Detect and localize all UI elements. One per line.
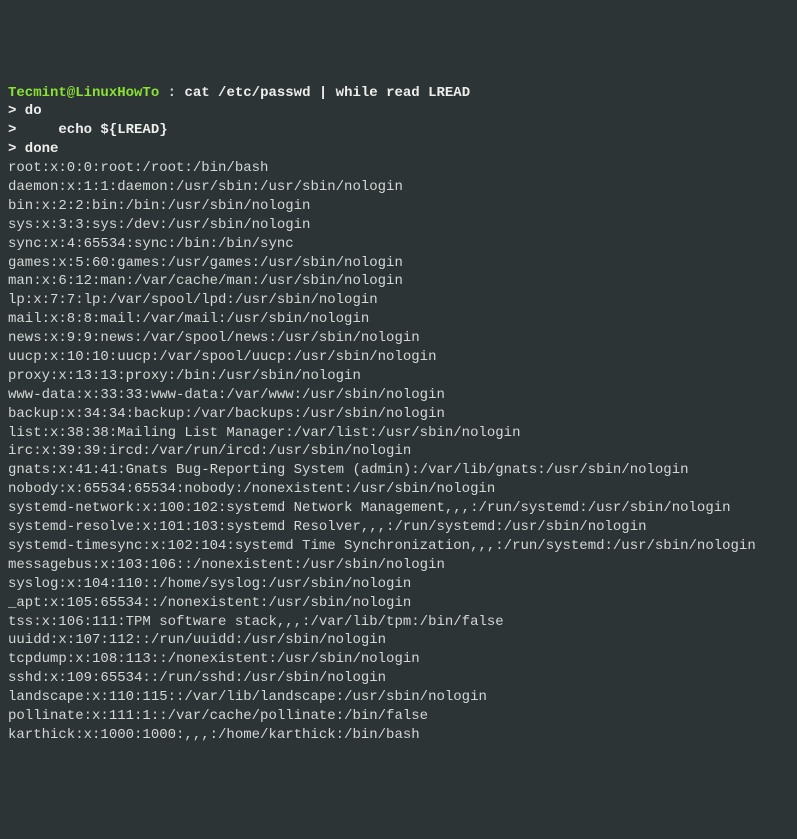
output-line: tss:x:106:111:TPM software stack,,,:/var… bbox=[8, 613, 789, 632]
prompt-line: Tecmint@LinuxHowTo : cat /etc/passwd | w… bbox=[8, 84, 789, 103]
output-line: mail:x:8:8:mail:/var/mail:/usr/sbin/nolo… bbox=[8, 310, 789, 329]
output-line: pollinate:x:111:1::/var/cache/pollinate:… bbox=[8, 707, 789, 726]
output-line: lp:x:7:7:lp:/var/spool/lpd:/usr/sbin/nol… bbox=[8, 291, 789, 310]
output-line: syslog:x:104:110::/home/syslog:/usr/sbin… bbox=[8, 575, 789, 594]
output-line: karthick:x:1000:1000:,,,:/home/karthick:… bbox=[8, 726, 789, 745]
output-line: nobody:x:65534:65534:nobody:/nonexistent… bbox=[8, 480, 789, 499]
output-line: systemd-resolve:x:101:103:systemd Resolv… bbox=[8, 518, 789, 537]
continuation-line: > echo ${LREAD} bbox=[8, 121, 789, 140]
output-line: gnats:x:41:41:Gnats Bug-Reporting System… bbox=[8, 461, 789, 480]
output-line: uuidd:x:107:112::/run/uuidd:/usr/sbin/no… bbox=[8, 631, 789, 650]
output-line: uucp:x:10:10:uucp:/var/spool/uucp:/usr/s… bbox=[8, 348, 789, 367]
output-line: sync:x:4:65534:sync:/bin:/bin/sync bbox=[8, 235, 789, 254]
output-line: tcpdump:x:108:113::/nonexistent:/usr/sbi… bbox=[8, 650, 789, 669]
output-line: landscape:x:110:115::/var/lib/landscape:… bbox=[8, 688, 789, 707]
output-line: sshd:x:109:65534::/run/sshd:/usr/sbin/no… bbox=[8, 669, 789, 688]
output-line: systemd-network:x:100:102:systemd Networ… bbox=[8, 499, 789, 518]
output-line: proxy:x:13:13:proxy:/bin:/usr/sbin/nolog… bbox=[8, 367, 789, 386]
output-line: daemon:x:1:1:daemon:/usr/sbin:/usr/sbin/… bbox=[8, 178, 789, 197]
output-line: backup:x:34:34:backup:/var/backups:/usr/… bbox=[8, 405, 789, 424]
output-line: irc:x:39:39:ircd:/var/run/ircd:/usr/sbin… bbox=[8, 442, 789, 461]
prompt-user-host: Tecmint@LinuxHowTo bbox=[8, 85, 159, 101]
output-line: man:x:6:12:man:/var/cache/man:/usr/sbin/… bbox=[8, 272, 789, 291]
output-line: www-data:x:33:33:www-data:/var/www:/usr/… bbox=[8, 386, 789, 405]
prompt-command: cat /etc/passwd | while read LREAD bbox=[184, 85, 470, 101]
output-line: root:x:0:0:root:/root:/bin/bash bbox=[8, 159, 789, 178]
prompt-separator: : bbox=[159, 85, 184, 101]
terminal-output: root:x:0:0:root:/root:/bin/bashdaemon:x:… bbox=[8, 159, 789, 745]
output-line: games:x:5:60:games:/usr/games:/usr/sbin/… bbox=[8, 254, 789, 273]
continuation-line: > do bbox=[8, 102, 789, 121]
output-line: bin:x:2:2:bin:/bin:/usr/sbin/nologin bbox=[8, 197, 789, 216]
terminal-window[interactable]: Tecmint@LinuxHowTo : cat /etc/passwd | w… bbox=[8, 84, 789, 745]
output-line: news:x:9:9:news:/var/spool/news:/usr/sbi… bbox=[8, 329, 789, 348]
output-line: sys:x:3:3:sys:/dev:/usr/sbin/nologin bbox=[8, 216, 789, 235]
continuation-line: > done bbox=[8, 140, 789, 159]
output-line: messagebus:x:103:106::/nonexistent:/usr/… bbox=[8, 556, 789, 575]
output-line: list:x:38:38:Mailing List Manager:/var/l… bbox=[8, 424, 789, 443]
output-line: systemd-timesync:x:102:104:systemd Time … bbox=[8, 537, 789, 556]
output-line: _apt:x:105:65534::/nonexistent:/usr/sbin… bbox=[8, 594, 789, 613]
